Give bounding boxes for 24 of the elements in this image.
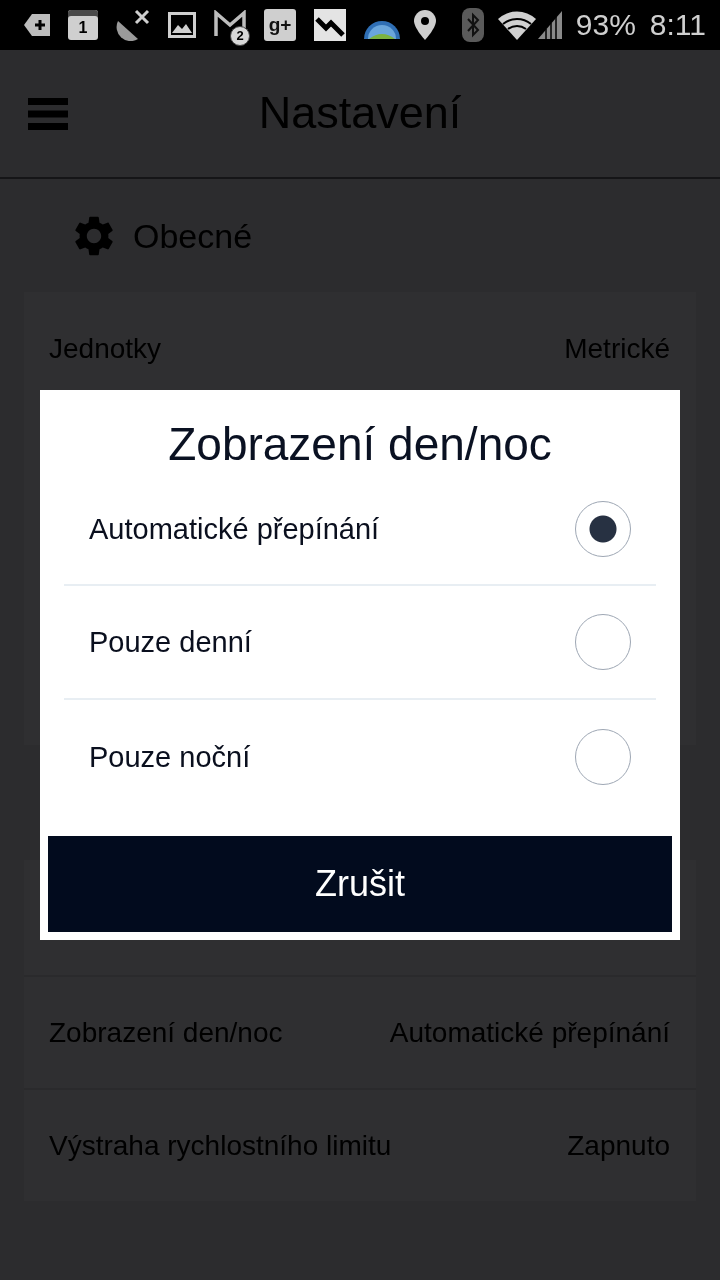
option-label[interactable]: Automatické přepínání [89, 510, 380, 547]
envelope-icon [214, 10, 246, 38]
settings-icon [75, 215, 113, 256]
globe-dome-icon [364, 19, 400, 39]
cancel-button[interactable]: Zrušit [48, 836, 672, 932]
bluetooth-icon [461, 8, 484, 42]
radio-button[interactable] [575, 729, 631, 785]
option-label[interactable]: Pouze denní [89, 624, 252, 660]
notification-badge: 2 [230, 26, 250, 46]
zigzag-tile-icon [314, 9, 346, 41]
clock-time: 8:11 [649, 7, 706, 43]
image-icon [168, 12, 196, 38]
satellite-dish-icon [116, 9, 150, 41]
wifi-icon [497, 10, 536, 40]
option-label[interactable]: Pouze noční [89, 739, 251, 775]
location-pin-icon [413, 10, 436, 40]
signal-icon [537, 11, 562, 39]
menu-icon[interactable] [28, 98, 68, 130]
dialog-title: Zobrazení den/noc [167, 417, 553, 472]
battery-percent: 93% [575, 7, 636, 43]
letter-tile-icon: g+ [264, 9, 296, 41]
radio-button[interactable] [575, 614, 631, 670]
plus-tag-icon [24, 14, 50, 36]
calendar-icon: 1 [68, 10, 98, 40]
